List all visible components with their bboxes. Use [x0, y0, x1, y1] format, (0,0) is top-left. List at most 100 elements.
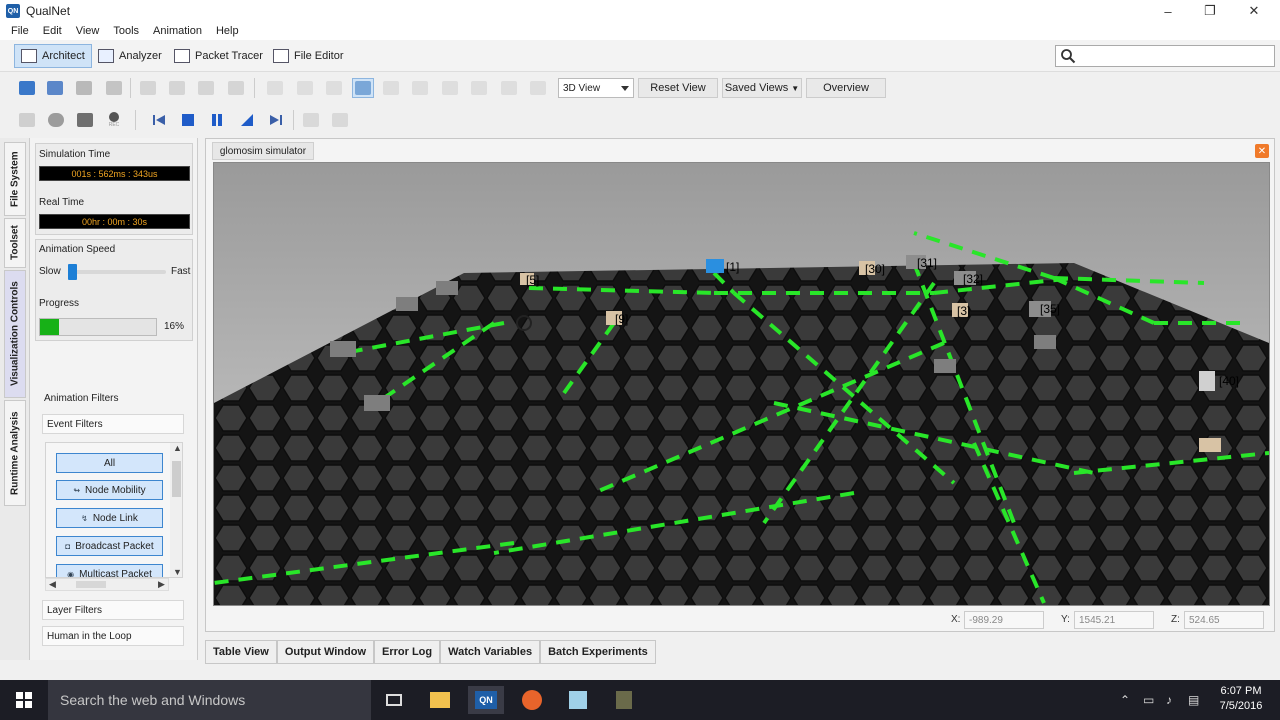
link-tool-button[interactable]: [439, 78, 461, 98]
menu-edit[interactable]: Edit: [36, 25, 69, 37]
close-editor-button[interactable]: ✕: [1255, 144, 1269, 158]
perspective-file-editor[interactable]: File Editor: [267, 44, 350, 68]
filter-broadcast-packet-button[interactable]: ◘ Broadcast Packet: [56, 536, 163, 556]
skip-end-button[interactable]: [265, 110, 287, 130]
task-view-button[interactable]: [376, 686, 412, 714]
show-hidden-icons[interactable]: ⌃: [1120, 693, 1130, 707]
node-computer[interactable]: [1034, 335, 1056, 349]
node-40[interactable]: [1199, 371, 1215, 391]
menu-animation[interactable]: Animation: [146, 25, 209, 37]
maximize-button[interactable]: ❐: [1188, 0, 1232, 22]
start-button[interactable]: [0, 680, 48, 720]
rotate-3d-button[interactable]: [352, 78, 374, 98]
scrollbar-thumb[interactable]: [172, 461, 181, 497]
tab-toolset[interactable]: Toolset: [4, 218, 26, 268]
3d-canvas[interactable]: [1] [5] [9] [30] [31] [32] [35] [40] [3]: [213, 162, 1270, 606]
stats-button[interactable]: [329, 110, 351, 130]
zoom-area-button[interactable]: [409, 78, 431, 98]
filter-all-button[interactable]: All: [56, 453, 163, 473]
record-movie-button[interactable]: [74, 110, 96, 130]
app-button[interactable]: [560, 686, 596, 714]
close-window-button[interactable]: ✕: [1232, 0, 1276, 22]
settings-button[interactable]: [45, 110, 67, 130]
filter-multicast-packet-button[interactable]: ◉ Multicast Packet: [56, 564, 163, 577]
grid-settings-button[interactable]: [498, 78, 520, 98]
overview-button[interactable]: Overview: [806, 78, 886, 98]
tab-watch-variables[interactable]: Watch Variables: [440, 640, 541, 664]
run-settings-button[interactable]: [16, 110, 38, 130]
app-button-2[interactable]: [606, 686, 642, 714]
node-computer[interactable]: [934, 359, 956, 373]
notifications-icon[interactable]: ▤: [1188, 693, 1199, 707]
scroll-down-icon[interactable]: ▼: [173, 567, 182, 577]
tab-file-system[interactable]: File System: [4, 142, 26, 216]
scrollbar-thumb[interactable]: [76, 581, 106, 588]
zoom-button[interactable]: [380, 78, 402, 98]
scroll-left-icon[interactable]: ◀: [49, 579, 56, 590]
human-in-the-loop-header[interactable]: Human in the Loop: [42, 626, 184, 646]
wireless-tool-button[interactable]: [468, 78, 490, 98]
node-computer[interactable]: [330, 341, 356, 357]
event-filters-header[interactable]: Event Filters: [42, 414, 184, 434]
filter-node-mobility-button[interactable]: ↬ Node Mobility: [56, 480, 163, 500]
record-button[interactable]: REC: [103, 110, 125, 130]
firefox-button[interactable]: [514, 686, 550, 714]
network-icon[interactable]: ▭: [1143, 693, 1154, 707]
copy-button[interactable]: [166, 78, 188, 98]
pause-button[interactable]: [206, 110, 228, 130]
minimize-button[interactable]: –: [1146, 0, 1190, 22]
stop-button[interactable]: [177, 110, 199, 130]
menu-file[interactable]: File: [4, 25, 36, 37]
open-button[interactable]: [44, 78, 66, 98]
file-explorer-button[interactable]: [422, 686, 458, 714]
lasso-tool-button[interactable]: [294, 78, 316, 98]
animation-speed-slider-handle[interactable]: [67, 264, 77, 280]
animation-speed-slider[interactable]: [68, 270, 166, 274]
save-button[interactable]: [73, 78, 95, 98]
node-computer[interactable]: [436, 281, 458, 295]
volume-icon[interactable]: ♪: [1166, 693, 1172, 707]
tab-error-log[interactable]: Error Log: [374, 640, 441, 664]
z-coordinate-input[interactable]: 524.65: [1184, 611, 1264, 629]
perspective-architect[interactable]: Architect: [14, 44, 92, 68]
search-input[interactable]: [1055, 45, 1275, 67]
filter-list-scrollbar[interactable]: ▲ ▼: [170, 443, 182, 577]
node-computer[interactable]: [364, 395, 390, 411]
tab-batch-experiments[interactable]: Batch Experiments: [540, 640, 656, 664]
node-computer[interactable]: [396, 297, 418, 311]
step-button[interactable]: [236, 110, 258, 130]
tab-table-view[interactable]: Table View: [205, 640, 277, 664]
y-coordinate-input[interactable]: 1545.21: [1074, 611, 1154, 629]
layer-filters-header[interactable]: Layer Filters: [42, 600, 184, 620]
taskbar-search-input[interactable]: Search the web and Windows: [48, 680, 371, 720]
perspective-packet-tracer[interactable]: Packet Tracer: [168, 44, 269, 68]
filter-node-link-button[interactable]: ↯ Node Link: [56, 508, 163, 528]
select-tool-button[interactable]: [264, 78, 286, 98]
tab-runtime-analysis[interactable]: Runtime Analysis: [4, 400, 26, 506]
tab-visualization-controls[interactable]: Visualization Controls: [4, 270, 26, 398]
scroll-up-icon[interactable]: ▲: [173, 443, 182, 453]
filter-list-horizontal-scrollbar[interactable]: ◀ ▶: [45, 578, 169, 591]
paste-button[interactable]: [195, 78, 217, 98]
skip-start-button[interactable]: [148, 110, 170, 130]
scroll-right-icon[interactable]: ▶: [158, 579, 165, 590]
taskbar-clock[interactable]: 6:07 PM 7/5/2016: [1208, 684, 1274, 714]
layer-settings-button[interactable]: [527, 78, 549, 98]
delete-button[interactable]: [225, 78, 247, 98]
menu-help[interactable]: Help: [209, 25, 246, 37]
saved-views-button[interactable]: Saved Views ▼: [722, 78, 802, 98]
scenario-tab[interactable]: glomosim simulator: [212, 142, 314, 160]
x-coordinate-input[interactable]: -989.29: [964, 611, 1044, 629]
qualnet-taskbar-button[interactable]: QN: [468, 686, 504, 714]
annotate-button[interactable]: [300, 110, 322, 130]
pan-tool-button[interactable]: [323, 78, 345, 98]
print-button[interactable]: [103, 78, 125, 98]
menu-tools[interactable]: Tools: [106, 25, 146, 37]
view-mode-select[interactable]: 3D View: [558, 78, 634, 98]
new-file-button[interactable]: [16, 78, 38, 98]
menu-view[interactable]: View: [69, 25, 107, 37]
tab-output-window[interactable]: Output Window: [276, 640, 374, 664]
node-1[interactable]: [706, 259, 724, 273]
reset-view-button[interactable]: Reset View: [638, 78, 718, 98]
cut-button[interactable]: [137, 78, 159, 98]
